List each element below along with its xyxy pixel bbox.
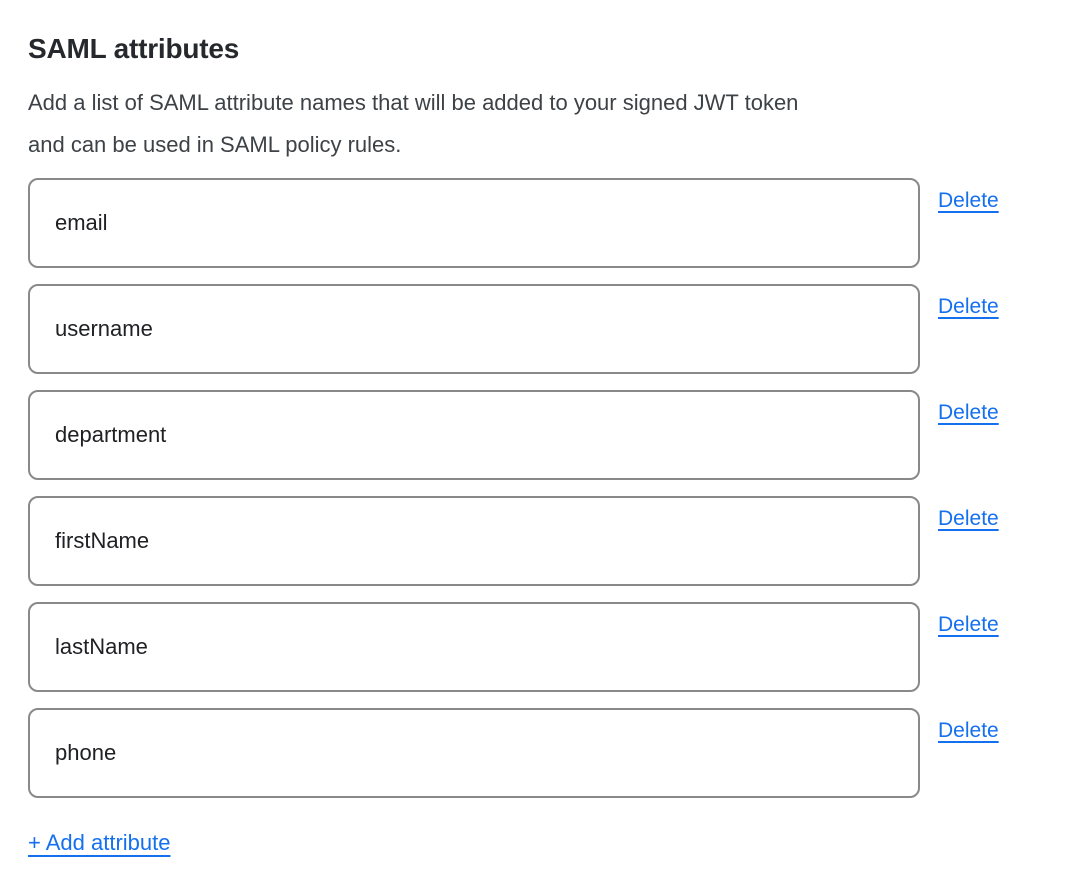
attribute-row: Delete	[28, 178, 1066, 268]
add-attribute-link[interactable]: + Add attribute	[28, 829, 171, 856]
attribute-input[interactable]	[28, 390, 920, 480]
attribute-input[interactable]	[28, 284, 920, 374]
attribute-list: Delete Delete Delete Delete Delete Delet…	[28, 178, 1066, 798]
section-description-line1: Add a list of SAML attribute names that …	[28, 82, 1066, 124]
delete-link[interactable]: Delete	[938, 294, 999, 320]
section-description: Add a list of SAML attribute names that …	[28, 82, 1066, 166]
section-description-line2: and can be used in SAML policy rules.	[28, 124, 1066, 166]
attribute-input[interactable]	[28, 708, 920, 798]
saml-attributes-section: SAML attributes Add a list of SAML attri…	[0, 0, 1066, 886]
attribute-row: Delete	[28, 708, 1066, 798]
attribute-row: Delete	[28, 390, 1066, 480]
attribute-row: Delete	[28, 284, 1066, 374]
delete-link[interactable]: Delete	[938, 506, 999, 532]
delete-link[interactable]: Delete	[938, 718, 999, 744]
delete-link[interactable]: Delete	[938, 612, 999, 638]
attribute-input[interactable]	[28, 602, 920, 692]
delete-link[interactable]: Delete	[938, 400, 999, 426]
section-title: SAML attributes	[28, 33, 1066, 65]
attribute-row: Delete	[28, 496, 1066, 586]
delete-link[interactable]: Delete	[938, 188, 999, 214]
attribute-input[interactable]	[28, 496, 920, 586]
attribute-input[interactable]	[28, 178, 920, 268]
attribute-row: Delete	[28, 602, 1066, 692]
